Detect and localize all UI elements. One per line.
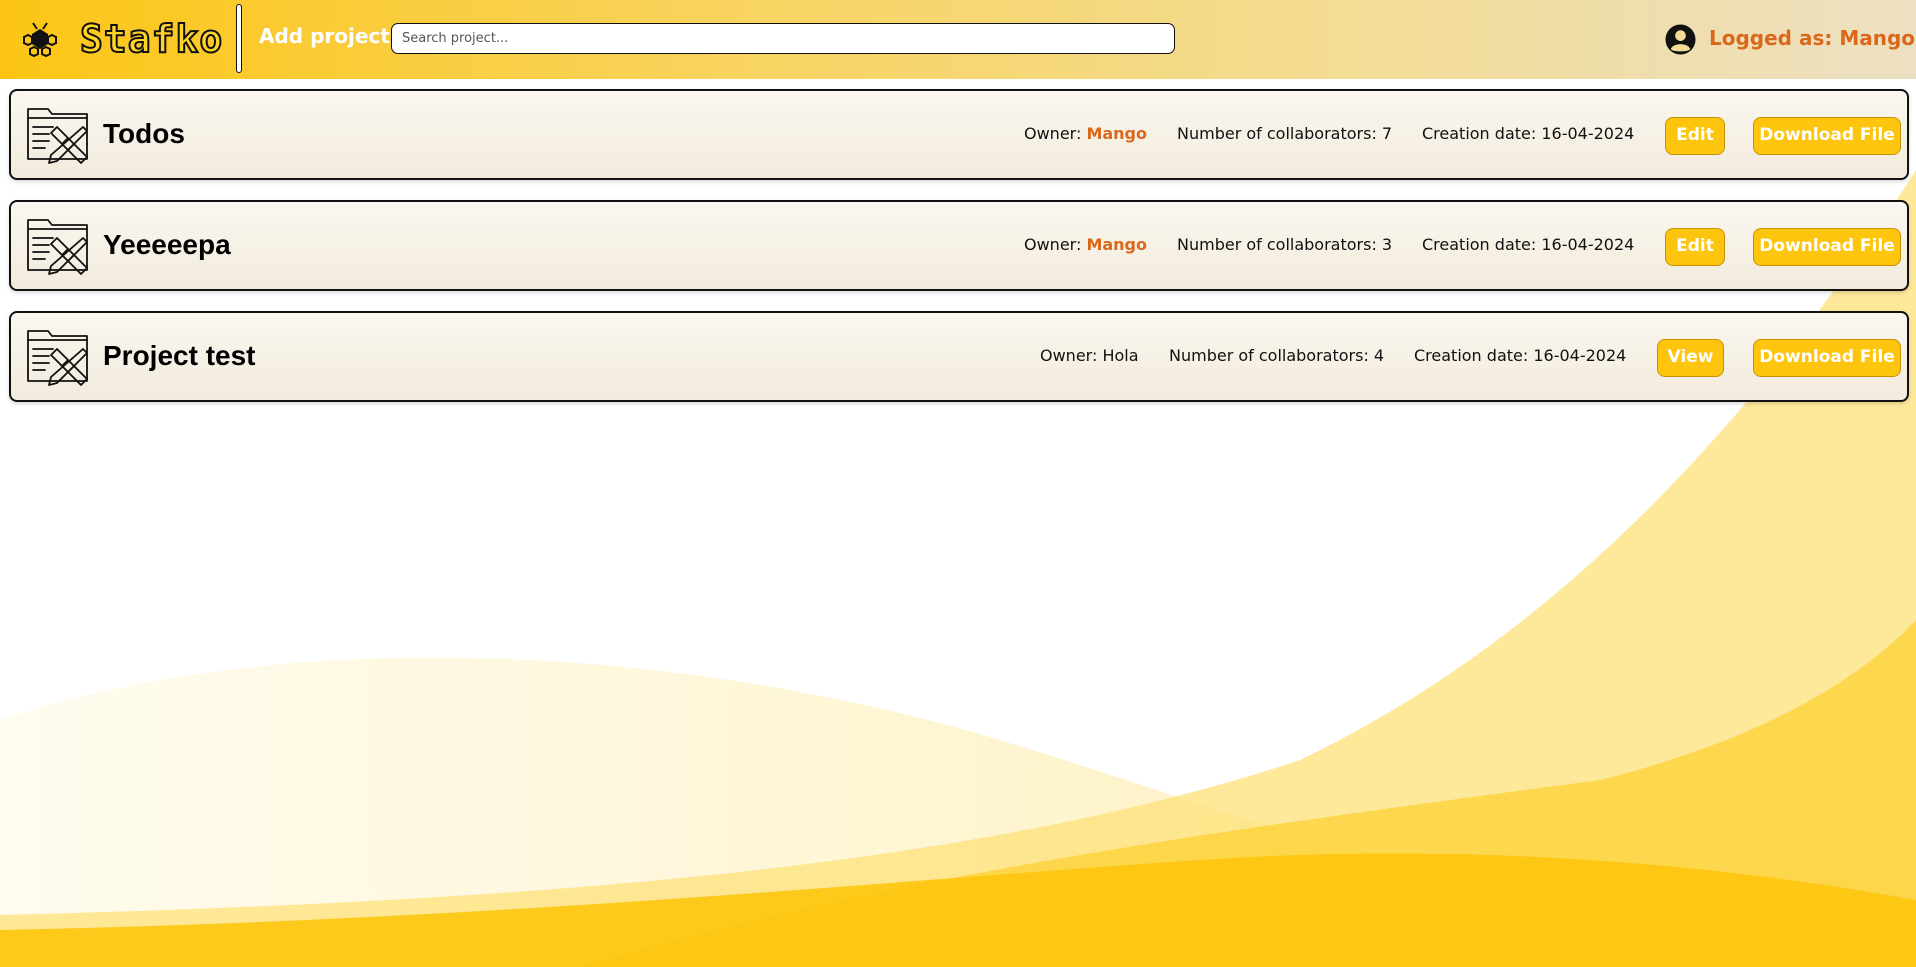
edit-button[interactable]: Edit: [1665, 117, 1725, 155]
project-card: Todos Owner: Mango Number of collaborato…: [9, 89, 1909, 180]
add-project-link[interactable]: Add project: [259, 24, 390, 48]
owner-name: Mango: [1086, 235, 1147, 254]
brand-logo-text[interactable]: Stafko: [79, 14, 223, 64]
project-name[interactable]: Todos: [103, 118, 185, 150]
project-collaborators: Number of collaborators: 7: [1177, 124, 1393, 143]
project-creation-date: Creation date: 16-04-2024: [1422, 235, 1635, 254]
user-avatar-icon[interactable]: [1665, 24, 1696, 55]
download-file-button[interactable]: Download File: [1753, 339, 1901, 377]
edit-button[interactable]: Edit: [1665, 228, 1725, 266]
bee-logo-icon: [23, 22, 57, 57]
download-file-button[interactable]: Download File: [1753, 228, 1901, 266]
download-file-button[interactable]: Download File: [1753, 117, 1901, 155]
project-collaborators: Number of collaborators: 4: [1169, 346, 1385, 365]
logged-in-user-label: Logged as: Mango: [1709, 26, 1916, 50]
owner-name: Mango: [1086, 124, 1147, 143]
project-folder-icon: [27, 330, 88, 386]
owner-label: Owner:: [1024, 124, 1087, 143]
top-navigation-bar: Stafko Add project Logged as: Mango: [0, 0, 1916, 79]
header-divider: [236, 4, 242, 73]
owner-label: Owner:: [1024, 235, 1087, 254]
project-owner: Owner: Mango: [1024, 124, 1147, 143]
project-name[interactable]: Yeeeeepa: [103, 229, 231, 261]
project-owner: Owner: Mango: [1024, 235, 1147, 254]
project-card: Yeeeeepa Owner: Mango Number of collabor…: [9, 200, 1909, 291]
project-folder-icon: [27, 108, 88, 164]
project-creation-date: Creation date: 16-04-2024: [1422, 124, 1635, 143]
project-owner: Owner: Hola: [1040, 346, 1139, 365]
project-folder-icon: [27, 219, 88, 275]
project-card: Project test Owner: Hola Number of colla…: [9, 311, 1909, 402]
view-button[interactable]: View: [1657, 339, 1724, 377]
project-name[interactable]: Project test: [103, 340, 256, 372]
search-input[interactable]: [391, 23, 1175, 54]
project-creation-date: Creation date: 16-04-2024: [1414, 346, 1627, 365]
project-collaborators: Number of collaborators: 3: [1177, 235, 1393, 254]
